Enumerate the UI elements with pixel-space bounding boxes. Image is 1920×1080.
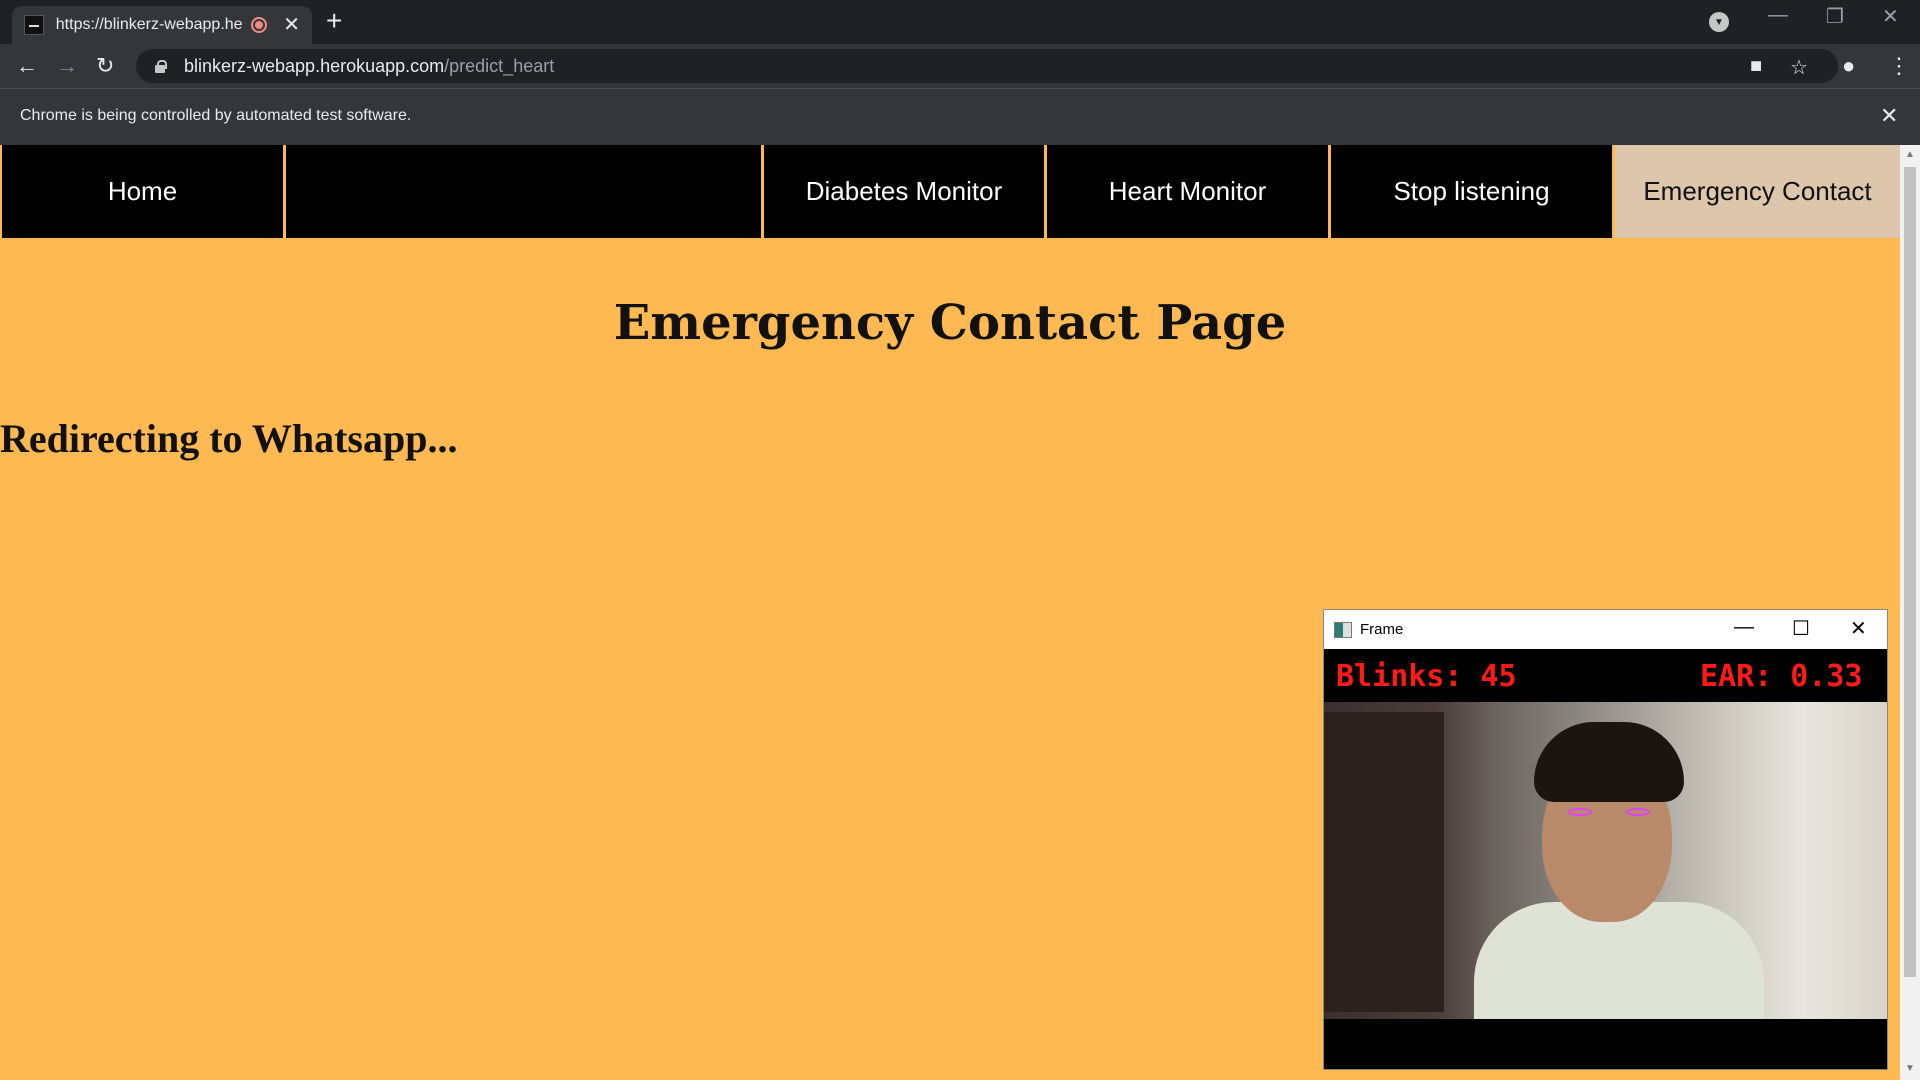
infobar-message: Chrome is being controlled by automated …	[20, 107, 412, 124]
background-door	[1324, 712, 1444, 1012]
nav-item-blank[interactable]	[283, 145, 761, 238]
address-bar[interactable]: blinkerz-webapp.herokuapp.com /predict_h…	[136, 49, 1838, 83]
back-arrow-icon[interactable]: ←	[16, 52, 38, 80]
frame-maximize-icon[interactable]: ☐	[1792, 616, 1810, 641]
webcam-feed	[1324, 702, 1887, 1019]
frame-titlebar[interactable]: Frame — ☐ ✕	[1324, 610, 1887, 649]
window-close-icon[interactable]: ✕	[1882, 4, 1899, 29]
site-favicon-icon	[24, 15, 44, 35]
frame-bottom-bar	[1324, 1019, 1887, 1069]
menu-kebab-icon[interactable]: ⋮	[1888, 52, 1910, 80]
browser-tab-bar: https://blinkerz-webapp.herokuapp.com/pr…	[0, 0, 1920, 44]
scroll-down-icon[interactable]: ▼	[1905, 1063, 1915, 1074]
page-scrollbar[interactable]: ▲ ▼	[1900, 145, 1920, 1080]
scroll-thumb[interactable]	[1904, 167, 1916, 977]
browser-tab[interactable]: https://blinkerz-webapp.herokuapp.com/pr…	[12, 6, 312, 44]
bookmark-star-icon[interactable]: ☆	[1790, 55, 1808, 80]
profile-avatar-icon[interactable]: ●	[1842, 52, 1855, 80]
page-title: Emergency Contact Page	[613, 295, 1287, 351]
person-hair	[1534, 722, 1684, 802]
tab-close-icon[interactable]: ✕	[283, 15, 300, 35]
nav-item-stop-listening[interactable]: Stop listening	[1328, 145, 1612, 238]
window-restore-icon[interactable]: ❐	[1826, 4, 1844, 29]
nav-item-home[interactable]: Home	[0, 145, 283, 238]
ear-value: EAR: 0.33	[1700, 659, 1863, 694]
new-tab-button[interactable]: +	[326, 6, 342, 36]
tab-search-icon[interactable]: ▼	[1709, 12, 1729, 32]
window-minimize-icon[interactable]: —	[1768, 4, 1788, 27]
right-eye-marker	[1626, 808, 1650, 816]
frame-close-icon[interactable]: ✕	[1850, 616, 1867, 641]
camera-frame-window[interactable]: Frame — ☐ ✕ Blinks: 45 EAR: 0.33	[1323, 609, 1888, 1070]
blink-overlay: Blinks: 45 EAR: 0.33	[1324, 649, 1887, 702]
browser-toolbar: ← → ↻ blinkerz-webapp.herokuapp.com /pre…	[0, 44, 1920, 88]
reload-icon[interactable]: ↻	[96, 52, 114, 80]
infobar-close-icon[interactable]: ✕	[1880, 103, 1898, 129]
automation-infobar: Chrome is being controlled by automated …	[0, 88, 1920, 145]
camera-icon[interactable]: ■	[1750, 55, 1762, 78]
redirect-status: Redirecting to Whatsapp...	[0, 416, 458, 461]
frame-minimize-icon[interactable]: —	[1734, 616, 1754, 639]
blink-count: Blinks: 45	[1336, 659, 1517, 694]
tab-title: https://blinkerz-webapp.herokuapp.com/pr…	[55, 16, 244, 33]
url-host: blinkerz-webapp.herokuapp.com	[184, 55, 445, 76]
recording-indicator-icon	[251, 17, 268, 33]
frame-title: Frame	[1360, 621, 1404, 638]
url-path: /predict_heart	[444, 55, 555, 76]
left-eye-marker	[1568, 808, 1592, 816]
forward-arrow-icon[interactable]: →	[56, 52, 78, 80]
nav-item-diabetes-monitor[interactable]: Diabetes Monitor	[761, 145, 1044, 238]
nav-item-emergency-contact[interactable]: Emergency Contact	[1612, 145, 1900, 238]
frame-app-icon	[1334, 621, 1352, 638]
nav-item-heart-monitor[interactable]: Heart Monitor	[1044, 145, 1328, 238]
site-navbar: Home Diabetes Monitor Heart Monitor Stop…	[0, 145, 1900, 238]
scroll-up-icon[interactable]: ▲	[1905, 149, 1915, 160]
lock-icon[interactable]	[154, 60, 167, 73]
